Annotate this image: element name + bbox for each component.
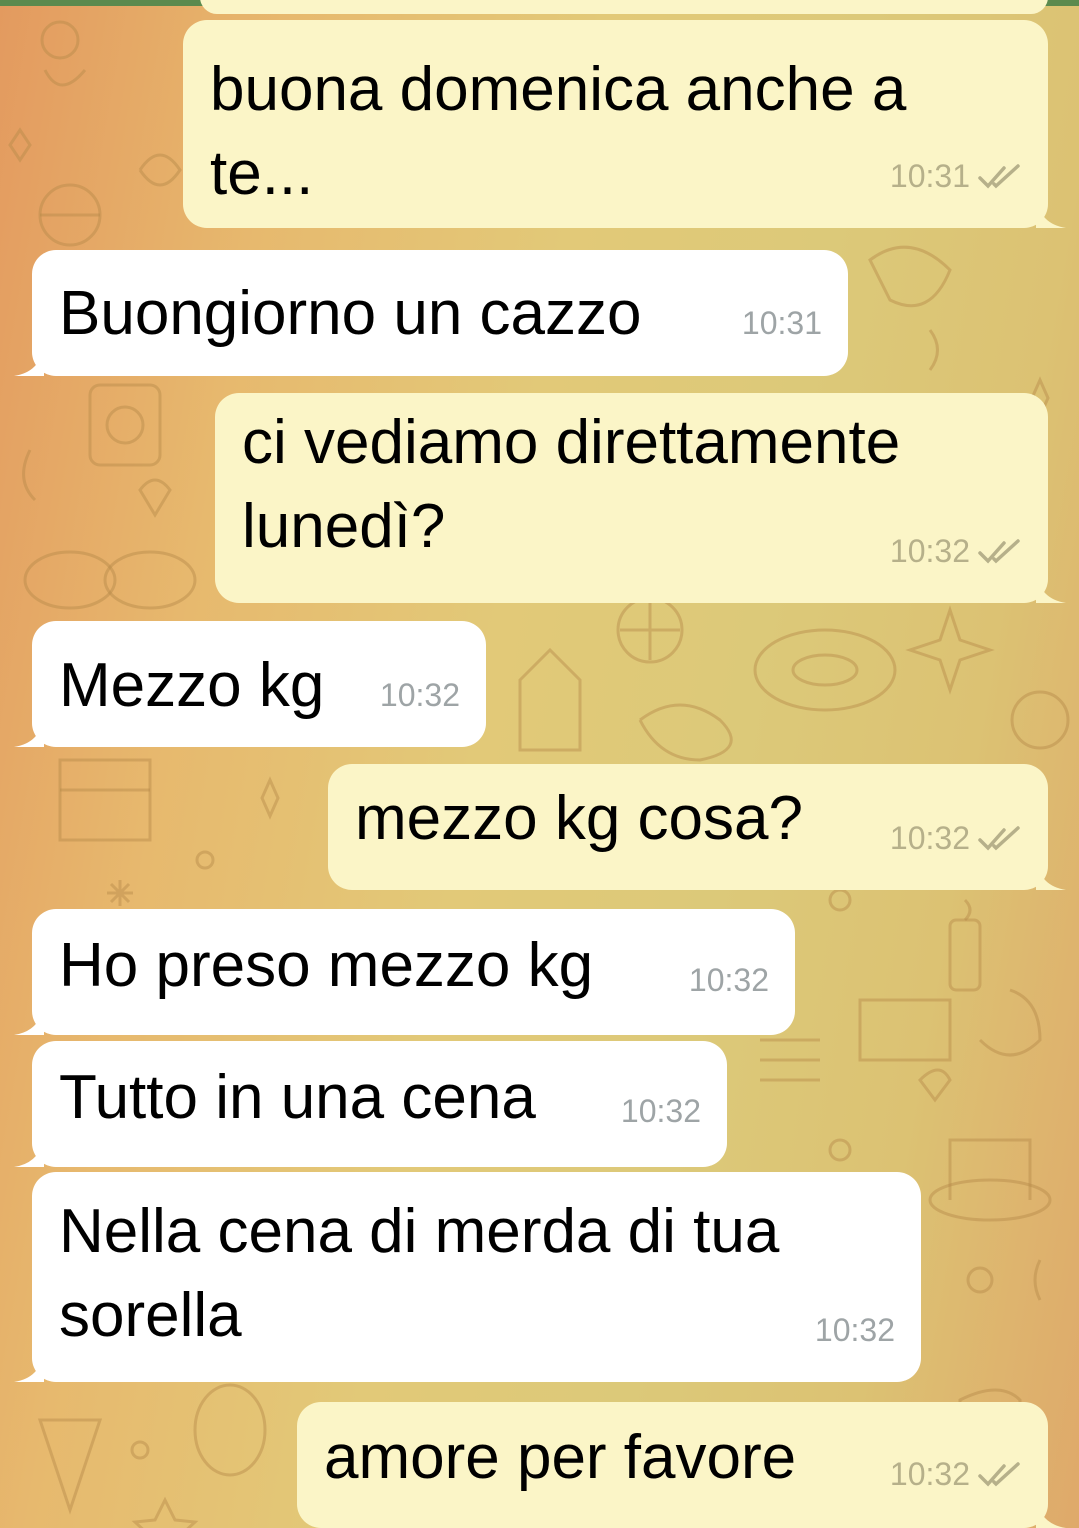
message-meta: 10:31 [742, 305, 822, 342]
message-bubble-incoming[interactable]: Buongiorno un cazzo 10:31 [14, 250, 848, 376]
message-text: mezzo kg cosa? [355, 784, 803, 853]
message-meta: 10:32 [621, 1093, 701, 1130]
message-bubble-outgoing[interactable]: ci vediamo direttamente lunedì? 10:32 [215, 393, 1066, 603]
message-meta: 10:32 [890, 533, 1022, 570]
bubble-tail [14, 346, 44, 376]
message-bubble-incoming[interactable]: Mezzo kg 10:32 [14, 621, 486, 747]
message-text: Tutto in una cena [59, 1063, 536, 1132]
bubble-tail [14, 717, 44, 747]
message-timestamp: 10:31 [741, 305, 822, 341]
bubble-tail [1036, 198, 1066, 228]
double-check-icon [978, 538, 1020, 564]
message-meta: 10:32 [689, 962, 769, 999]
message-timestamp: 10:32 [620, 1093, 701, 1129]
bubble-tail [14, 1005, 44, 1035]
message-bubble-incoming[interactable]: Tutto in una cena 10:32 [14, 1041, 727, 1167]
message-bubble-incoming[interactable]: Nella cena di merda di tua sorella 10:32 [14, 1172, 921, 1382]
bubble-tail [14, 1352, 44, 1382]
message-bubble-incoming[interactable]: Ho preso mezzo kg 10:32 [14, 909, 795, 1035]
message-meta: 10:32 [380, 677, 460, 714]
message-bubble-outgoing[interactable]: mezzo kg cosa? 10:32 [328, 764, 1066, 890]
message-text: Ho preso mezzo kg [59, 931, 594, 1000]
bubble-tail [14, 1137, 44, 1167]
message-meta: 10:31 [890, 158, 1022, 195]
message-timestamp: 10:32 [379, 677, 460, 713]
bubble-tail [1036, 860, 1066, 890]
message-meta: 10:32 [890, 820, 1022, 857]
double-check-icon [978, 1461, 1020, 1487]
bubble-tail [1036, 573, 1066, 603]
message-meta: 10:32 [890, 1456, 1022, 1493]
message-meta: 10:32 [815, 1312, 895, 1349]
message-text: Mezzo kg [59, 651, 325, 720]
double-check-icon [978, 825, 1020, 851]
message-text: ci vediamo direttamente lunedì? [242, 408, 901, 561]
message-timestamp: 10:32 [889, 1456, 970, 1492]
message-timestamp: 10:32 [889, 533, 970, 569]
bubble-tail [1036, 1498, 1066, 1528]
message-text: Nella cena di merda di tua sorella [59, 1197, 780, 1350]
message-timestamp: 10:32 [814, 1312, 895, 1348]
message-timestamp: 10:31 [889, 158, 970, 194]
double-check-icon [978, 163, 1020, 189]
message-text: amore per favore [324, 1423, 797, 1492]
message-timestamp: 10:32 [889, 820, 970, 856]
message-bubble-outgoing[interactable]: amore per favore 10:32 [297, 1402, 1066, 1528]
previous-message-bubble-edge [200, 0, 1048, 14]
message-text: Buongiorno un cazzo [59, 279, 642, 348]
message-timestamp: 10:32 [688, 962, 769, 998]
message-bubble-outgoing[interactable]: buona domenica anche a te... 10:31 [183, 20, 1066, 228]
message-text: buona domenica anche a te... [210, 55, 907, 208]
